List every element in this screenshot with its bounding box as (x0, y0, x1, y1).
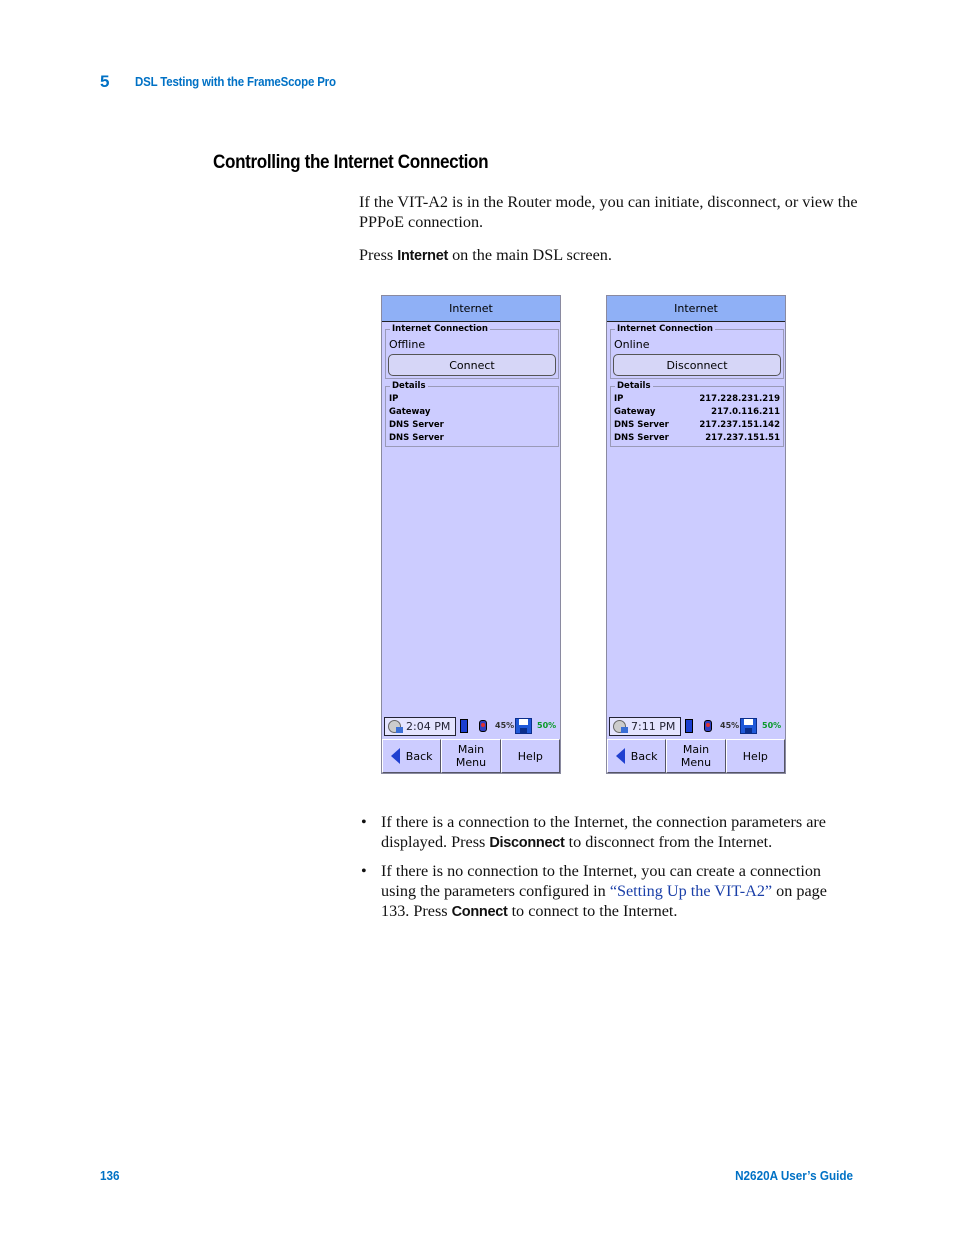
press-suffix: on the main DSL screen. (448, 246, 612, 264)
detail-value: 217.237.151.51 (705, 433, 780, 443)
internet-connection-group: Internet Connection Online Disconnect (610, 323, 784, 379)
page-number: 136 (100, 1168, 120, 1183)
clock-time: 2:04 PM (406, 720, 451, 733)
detail-label: IP (614, 394, 624, 404)
clock-display[interactable]: 7:11 PM (609, 717, 681, 736)
softkey-bar: Back Main Menu Help (607, 739, 785, 773)
device-screen-online: Internet Internet Connection Online Disc… (606, 295, 786, 774)
detail-row: DNS Server (389, 419, 555, 432)
connection-status: Online (614, 338, 650, 351)
battery-percent: 45% (720, 721, 740, 730)
section-title: Controlling the Internet Connection (213, 152, 489, 173)
press-prefix: Press (359, 246, 398, 264)
group-label: Details (390, 380, 428, 392)
back-label: Back (405, 749, 433, 763)
main-menu-label-1: Main (457, 743, 485, 756)
clock-display[interactable]: 2:04 PM (384, 717, 456, 736)
disconnect-button[interactable]: Disconnect (613, 354, 781, 376)
connect-button[interactable]: Connect (388, 354, 556, 376)
storage-percent: 50% (537, 721, 557, 730)
connection-status: Offline (389, 338, 426, 351)
press-keyword: Internet (397, 248, 449, 264)
screen-title: Internet (382, 296, 560, 322)
internet-connection-group: Internet Connection Offline Connect (385, 323, 559, 379)
detail-row: Gateway 217.0.116.211 (614, 406, 780, 419)
chapter-number: 5 (100, 72, 110, 91)
group-label: Internet Connection (390, 323, 490, 335)
disconnect-keyword: Disconnect (489, 835, 565, 851)
detail-row: DNS Server 217.237.151.142 (614, 419, 780, 432)
device-icon (685, 719, 693, 733)
clock-icon (388, 720, 403, 733)
main-menu-button[interactable]: Main Menu (666, 739, 726, 773)
main-menu-label-2: Menu (455, 756, 487, 769)
detail-label: Gateway (614, 407, 656, 417)
intro-paragraph: If the VIT-A2 is in the Router mode, you… (359, 193, 858, 231)
detail-label: DNS Server (614, 420, 669, 430)
detail-label: Gateway (389, 407, 431, 417)
detail-value: 217.237.151.142 (699, 420, 780, 430)
softkey-bar: Back Main Menu Help (382, 739, 560, 773)
back-button[interactable]: Back (607, 739, 667, 773)
device-screen-offline: Internet Internet Connection Offline Con… (381, 295, 561, 774)
detail-row: IP 217.228.231.219 (614, 393, 780, 406)
detail-row: DNS Server (389, 432, 555, 445)
detail-row: Gateway (389, 406, 555, 419)
clock-icon (613, 720, 628, 733)
chapter-title: DSL Testing with the FrameScope Pro (135, 75, 336, 89)
bullet-text: to disconnect from the Internet. (564, 833, 773, 851)
main-menu-button[interactable]: Main Menu (441, 739, 501, 773)
bullet-marker: • (361, 862, 367, 880)
main-menu-label-1: Main (682, 743, 710, 756)
device-icon (460, 719, 468, 733)
screen-title: Internet (607, 296, 785, 322)
detail-row: DNS Server 217.237.151.51 (614, 432, 780, 445)
clock-time: 7:11 PM (631, 720, 676, 733)
details-group: Details IP 217.228.231.219 Gateway 217.0.1… (610, 380, 784, 447)
connect-keyword: Connect (451, 904, 508, 920)
bullet-list: • If there is a connection to the Intern… (359, 812, 859, 930)
help-button[interactable]: Help (725, 739, 785, 773)
cf-card-icon (515, 718, 532, 734)
bullet-marker: • (361, 813, 367, 831)
detail-label: IP (389, 394, 399, 404)
press-instruction: Press Internet on the main DSL screen. (359, 245, 859, 266)
detail-row: IP (389, 393, 555, 406)
detail-label: DNS Server (389, 420, 444, 430)
cf-card-icon (740, 718, 757, 734)
bullet-item: • If there is a connection to the Intern… (359, 812, 859, 853)
battery-icon (479, 720, 487, 732)
back-button[interactable]: Back (382, 739, 442, 773)
back-label: Back (630, 749, 658, 763)
battery-percent: 45% (495, 721, 515, 730)
setting-up-link[interactable]: “Setting Up the VIT-A2” (610, 882, 772, 900)
detail-label: DNS Server (614, 433, 669, 443)
back-arrow-icon (615, 748, 625, 764)
bullet-item: • If there is no connection to the Inter… (359, 861, 859, 922)
detail-value: 217.0.116.211 (711, 407, 780, 417)
group-label: Details (615, 380, 653, 392)
main-menu-label-2: Menu (680, 756, 712, 769)
bullet-text: to connect to the Internet. (507, 902, 678, 920)
details-group: Details IP Gateway DNS Server DNS Server (385, 380, 559, 447)
back-arrow-icon (390, 748, 400, 764)
status-bar: 7:11 PM 45% 50% (607, 716, 785, 738)
guide-title: N2620A User’s Guide (735, 1168, 853, 1183)
storage-percent: 50% (762, 721, 782, 730)
detail-label: DNS Server (389, 433, 444, 443)
battery-icon (704, 720, 712, 732)
group-label: Internet Connection (615, 323, 715, 335)
status-bar: 2:04 PM 45% 50% (382, 716, 560, 738)
help-button[interactable]: Help (500, 739, 560, 773)
detail-value: 217.228.231.219 (699, 394, 780, 404)
